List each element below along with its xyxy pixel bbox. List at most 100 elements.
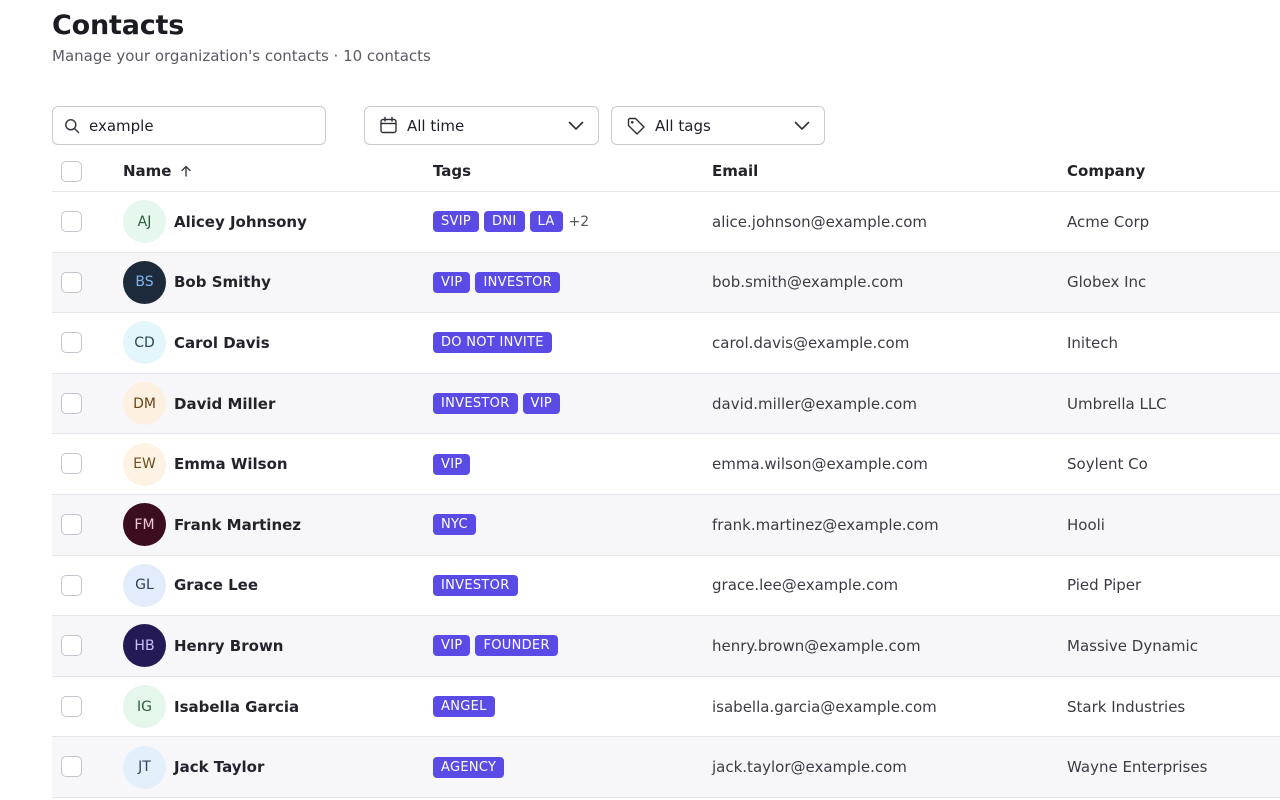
row-checkbox[interactable] [61, 271, 82, 293]
name-cell[interactable]: HB Henry Brown [123, 616, 283, 676]
chevron-down-icon [794, 121, 810, 130]
row-checkbox[interactable] [61, 513, 82, 535]
company-cell: Wayne Enterprises [1067, 737, 1207, 797]
name-cell[interactable]: DM David Miller [123, 374, 275, 434]
tags-cell: VIP INVESTOR [433, 253, 565, 313]
email-cell: alice.johnson@example.com [712, 192, 927, 252]
name-cell[interactable]: BS Bob Smithy [123, 253, 271, 313]
company-cell: Globex Inc [1067, 253, 1146, 313]
page-title: Contacts [52, 10, 185, 41]
email-cell: isabella.garcia@example.com [712, 677, 937, 737]
time-filter-label: All time [407, 116, 465, 135]
tags-cell: VIP [433, 434, 475, 494]
tag-badge: VIP [433, 271, 471, 293]
email-cell: emma.wilson@example.com [712, 434, 928, 494]
tag-badge: VIP [433, 635, 471, 657]
tag-icon [627, 117, 645, 135]
contact-email: frank.martinez@example.com [712, 515, 939, 534]
contact-email: carol.davis@example.com [712, 333, 910, 352]
table-row[interactable]: FM Frank Martinez NYC frank.martinez@exampl… [52, 494, 1280, 556]
contact-name: Isabella Garcia [174, 697, 300, 716]
email-cell: bob.smith@example.com [712, 253, 903, 313]
tag-badge: SVIP [433, 211, 480, 233]
company-cell: Umbrella LLC [1067, 374, 1167, 434]
table-row[interactable]: HB Henry Brown VIP FOUNDER henry.brown@examp… [52, 616, 1280, 677]
contact-company: Massive Dynamic [1067, 636, 1198, 655]
search-box[interactable] [52, 106, 326, 145]
table-row[interactable]: EW Emma Wilson VIP emma.wilson@example.com S… [52, 434, 1280, 495]
column-header-name[interactable]: Name [123, 162, 192, 180]
column-header-company[interactable]: Company [1067, 162, 1145, 180]
tag-badge: ANGEL [433, 696, 495, 718]
company-cell: Acme Corp [1067, 192, 1149, 252]
contact-name: David Miller [174, 394, 276, 413]
search-input[interactable] [89, 116, 309, 135]
table-row[interactable]: CD Carol Davis DO NOT INVITE carol.davis@ex… [52, 313, 1280, 374]
column-header-label: Name [123, 162, 172, 180]
name-cell[interactable]: JT Jack Taylor [123, 737, 264, 797]
company-cell: Hooli [1067, 495, 1105, 555]
name-cell[interactable]: FM Frank Martinez [123, 495, 301, 555]
table-row[interactable]: BS Bob Smithy VIP INVESTOR bob.smith@example… [52, 252, 1280, 314]
row-checkbox[interactable] [61, 635, 82, 657]
avatar: AJ [123, 200, 166, 244]
row-checkbox[interactable] [61, 211, 82, 232]
contact-name: Frank Martinez [174, 515, 302, 534]
table-row[interactable]: AJ Alicey Johnsony SVIP DNI LA +2 alice.johnso… [52, 192, 1280, 253]
more-tags-count[interactable]: +2 [569, 214, 590, 230]
table-row[interactable]: IG Isabella Garcia ANGEL isabella.garcia@ex… [52, 677, 1280, 738]
tag-badge: VIP [522, 393, 560, 415]
tags-cell: NYC [433, 495, 481, 555]
email-cell: grace.lee@example.com [712, 556, 898, 616]
contact-email: alice.johnson@example.com [712, 212, 927, 231]
email-cell: carol.davis@example.com [712, 313, 909, 373]
avatar: JT [123, 745, 166, 789]
table-body: AJ Alicey Johnsony SVIP DNI LA +2 alice.johnso… [52, 192, 1280, 798]
column-header-email[interactable]: Email [712, 162, 758, 180]
tags-cell: AGENCY [433, 737, 509, 797]
company-cell: Soylent Co [1067, 434, 1148, 494]
table-row[interactable]: JT Jack Taylor AGENCY jack.taylor@example.c… [52, 737, 1280, 798]
company-cell: Stark Industries [1067, 677, 1185, 737]
tags-cell: INVESTOR VIP [433, 374, 565, 434]
time-filter-dropdown[interactable]: All time [364, 106, 599, 145]
tag-badge: INVESTOR [433, 393, 518, 415]
avatar: CD [123, 321, 166, 365]
row-checkbox[interactable] [61, 453, 82, 475]
name-cell[interactable]: GL Grace Lee [123, 556, 258, 616]
contact-name: Grace Lee [174, 576, 259, 595]
name-cell[interactable]: IG Isabella Garcia [123, 677, 299, 737]
name-cell[interactable]: EW Emma Wilson [123, 434, 288, 494]
table-row[interactable]: GL Grace Lee INVESTOR grace.lee@example.com… [52, 556, 1280, 617]
tag-badge: NYC [433, 514, 476, 536]
tags-cell: SVIP DNI LA +2 [433, 192, 589, 252]
row-checkbox[interactable] [61, 392, 82, 414]
tags-filter-label: All tags [655, 116, 711, 135]
contact-company: Soylent Co [1067, 455, 1148, 474]
row-checkbox[interactable] [61, 756, 82, 778]
name-cell[interactable]: CD Carol Davis [123, 313, 270, 373]
email-cell: jack.taylor@example.com [712, 737, 907, 797]
company-cell: Pied Piper [1067, 556, 1141, 616]
row-checkbox[interactable] [61, 332, 82, 354]
arrow-up-icon [181, 165, 192, 177]
name-cell[interactable]: AJ Alicey Johnsony [123, 192, 307, 252]
chevron-down-icon [568, 121, 584, 130]
row-checkbox[interactable] [61, 695, 82, 717]
tag-badge: VIP [433, 453, 471, 475]
table-row[interactable]: DM David Miller INVESTOR VIP david.miller@ex… [52, 373, 1280, 435]
contact-name: Emma Wilson [174, 455, 288, 474]
contact-email: grace.lee@example.com [712, 576, 899, 595]
contact-email: isabella.garcia@example.com [712, 697, 937, 716]
tags-filter-dropdown[interactable]: All tags [611, 106, 825, 145]
avatar: FM [123, 503, 166, 547]
contact-company: Hooli [1067, 515, 1105, 534]
contact-name: Jack Taylor [174, 758, 265, 777]
avatar: DM [123, 382, 166, 426]
contact-name: Henry Brown [174, 636, 284, 655]
contact-company: Umbrella LLC [1067, 394, 1167, 413]
column-header-tags[interactable]: Tags [433, 162, 471, 180]
select-all-checkbox[interactable] [61, 161, 82, 182]
tag-badge: LA [529, 211, 563, 233]
row-checkbox[interactable] [61, 574, 82, 596]
